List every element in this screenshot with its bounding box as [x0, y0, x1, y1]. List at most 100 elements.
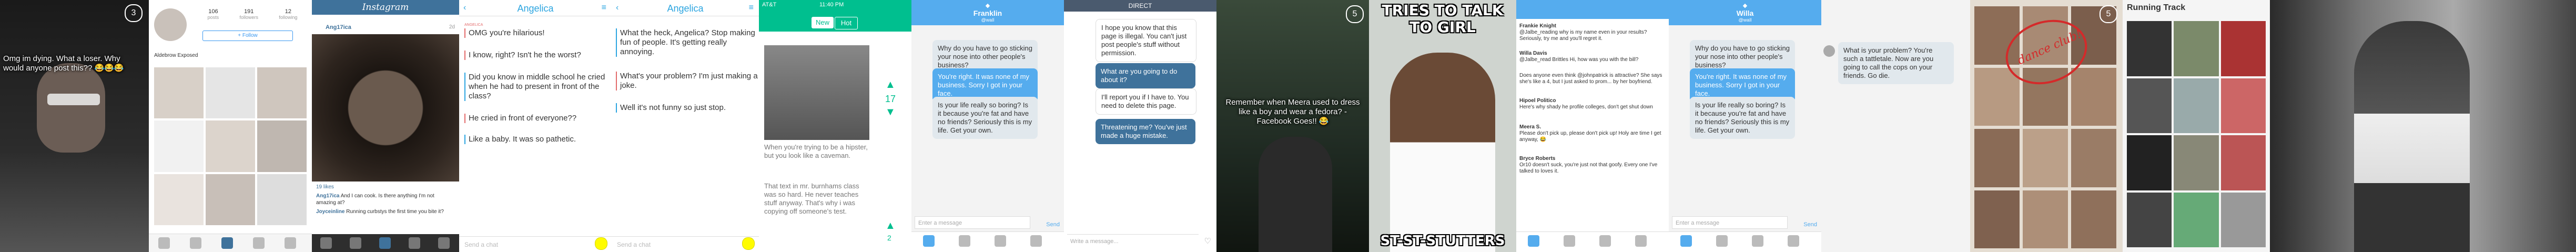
tweet-text: Please don't pick up, please don't pick … [1519, 130, 1661, 143]
camera-icon[interactable] [379, 237, 391, 249]
notifications-icon[interactable] [959, 235, 970, 247]
news-icon[interactable] [409, 237, 420, 249]
explore-icon[interactable] [350, 237, 361, 249]
comment-user[interactable]: Ang17ica [316, 193, 339, 199]
search-icon[interactable] [190, 237, 201, 249]
heart-icon[interactable]: ♡ [1204, 236, 1211, 246]
grid-photo[interactable] [206, 174, 255, 225]
messages-icon[interactable] [995, 235, 1006, 247]
vote-count-2: 2 [887, 234, 891, 242]
comment-user[interactable]: Joyceinline [316, 209, 344, 215]
tweet-user[interactable]: Hipoel Politico [1519, 98, 1556, 104]
tweet-user[interactable]: Meera S. [1519, 124, 1541, 130]
tweet[interactable]: Hipoel Politico Here's why shady he profi… [1519, 98, 1666, 110]
tab-new[interactable]: New [812, 17, 834, 28]
menu-icon[interactable]: ≡ [602, 3, 606, 13]
profile-icon[interactable] [438, 237, 450, 249]
grid-photo[interactable] [154, 67, 204, 119]
tweet-user[interactable]: Willa Davis [1519, 51, 1547, 56]
menu-icon[interactable]: ≡ [749, 3, 754, 13]
post-image[interactable] [312, 34, 459, 182]
post-photo[interactable] [764, 45, 869, 140]
grid-photo[interactable] [257, 120, 307, 172]
post-user[interactable]: Ang17ica [326, 24, 351, 31]
me-icon[interactable] [1030, 235, 1042, 247]
chat-input[interactable]: Send a chat [459, 236, 612, 252]
tweet-user[interactable]: Frankie Knight [1519, 23, 1556, 29]
blog-thumbnail[interactable] [2220, 78, 2266, 133]
home-icon[interactable] [1528, 235, 1539, 247]
snap-camera-icon[interactable] [742, 237, 755, 250]
blog-thumbnail[interactable] [2220, 192, 2266, 247]
me-icon[interactable] [1788, 235, 1799, 247]
heart-icon[interactable] [253, 237, 265, 249]
yearbook-panel: 5 dance club! [1970, 0, 2123, 252]
twitter-timeline-panel: Frankie Knight @Jalbe_reading why is my n… [1516, 0, 1669, 252]
tweet-user[interactable]: Bryce Roberts [1519, 156, 1555, 162]
tab-bar [1669, 231, 1821, 252]
blog-thumbnail[interactable] [2220, 135, 2266, 190]
contact-handle: @wall [1738, 17, 1752, 23]
blog-thumbnail[interactable] [2174, 21, 2219, 76]
upvote-icon[interactable]: ▲ [885, 220, 896, 232]
grid-photo[interactable] [206, 67, 255, 119]
send-button[interactable]: Send [1803, 221, 1817, 228]
contact-name: Willa [1736, 9, 1754, 17]
grid-photo[interactable] [206, 120, 255, 172]
profile-icon[interactable] [285, 237, 296, 249]
message-input[interactable]: Write a message... [1067, 234, 1199, 248]
badge-count: 5 [1352, 9, 1357, 18]
message-input[interactable]: Enter a message [915, 216, 1030, 229]
blog-thumbnail[interactable] [2127, 78, 2172, 133]
snap-camera-icon[interactable] [595, 237, 607, 250]
send-button[interactable]: Send [1046, 221, 1060, 228]
upvote-icon[interactable]: ▲ [885, 79, 896, 91]
tweet[interactable]: Willa Davis @Jalbe_read Brittles Hi, how … [1519, 51, 1666, 63]
home-icon[interactable] [1680, 235, 1692, 247]
tweet[interactable]: Does anyone even think @johnpatrick is a… [1519, 73, 1666, 85]
blog-thumbnail[interactable] [2127, 192, 2172, 247]
grid-photo[interactable] [154, 174, 204, 225]
notifications-icon[interactable] [1716, 235, 1728, 247]
photo-grid [154, 67, 307, 225]
tab-hot[interactable]: Hot [835, 17, 858, 29]
status-bar: AT&T 11:40 PM New Hot [759, 0, 911, 32]
badge-count: 3 [131, 8, 136, 17]
post-text: That text in mr. burnhams class was so h… [764, 182, 859, 215]
grid-photo[interactable] [154, 120, 204, 172]
message: What the heck, Angelica? Stop making fun… [616, 28, 758, 57]
home-icon[interactable] [158, 237, 170, 249]
followers-label: followers [239, 15, 258, 20]
message-received: I hope you know that this page is illega… [1096, 19, 1196, 62]
me-icon[interactable] [1635, 235, 1647, 247]
blog-thumbnail[interactable] [2174, 135, 2219, 190]
notifications-icon[interactable] [1564, 235, 1575, 247]
blog-thumbnail[interactable] [2127, 135, 2172, 190]
yearbook-photo [1974, 129, 2020, 187]
blog-thumbnail[interactable] [2174, 78, 2219, 133]
tweet[interactable]: Bryce Roberts Or10 doesn't suck, you're j… [1519, 156, 1666, 175]
photo-caption-panel: 3 Omg im dying. What a loser. Why would … [0, 0, 149, 252]
message-input[interactable]: Enter a message [1672, 216, 1788, 229]
messages-icon[interactable] [1599, 235, 1611, 247]
dm-header: ◆ Willa @wall [1669, 0, 1821, 25]
twitter-bird-icon: ◆ [1742, 3, 1748, 9]
blog-thumbnail[interactable] [2127, 21, 2172, 76]
grid-photo[interactable] [257, 67, 307, 119]
camera-icon[interactable] [221, 237, 233, 249]
follow-button[interactable]: + Follow [202, 31, 293, 41]
posts-count: 106 [208, 8, 218, 15]
blog-panel: Running Track [2123, 0, 2270, 252]
messages-icon[interactable] [1752, 235, 1763, 247]
tweet[interactable]: Meera S. Please don't pick up, please don… [1519, 124, 1666, 143]
tweet[interactable]: Frankie Knight @Jalbe_reading why is my n… [1519, 23, 1666, 42]
home-icon[interactable] [923, 235, 935, 247]
message-received: Is your life really so boring? Is it bec… [932, 97, 1038, 139]
grid-photo[interactable] [257, 174, 307, 225]
downvote-icon[interactable]: ▼ [885, 106, 896, 118]
chat-input[interactable]: Send a chat [612, 236, 759, 252]
blog-thumbnail[interactable] [2220, 21, 2266, 76]
twitter-dm-panel: ◆ Franklin @wall Why do you have to go s… [911, 0, 1064, 252]
blog-thumbnail[interactable] [2174, 192, 2219, 247]
home-icon[interactable] [320, 237, 332, 249]
